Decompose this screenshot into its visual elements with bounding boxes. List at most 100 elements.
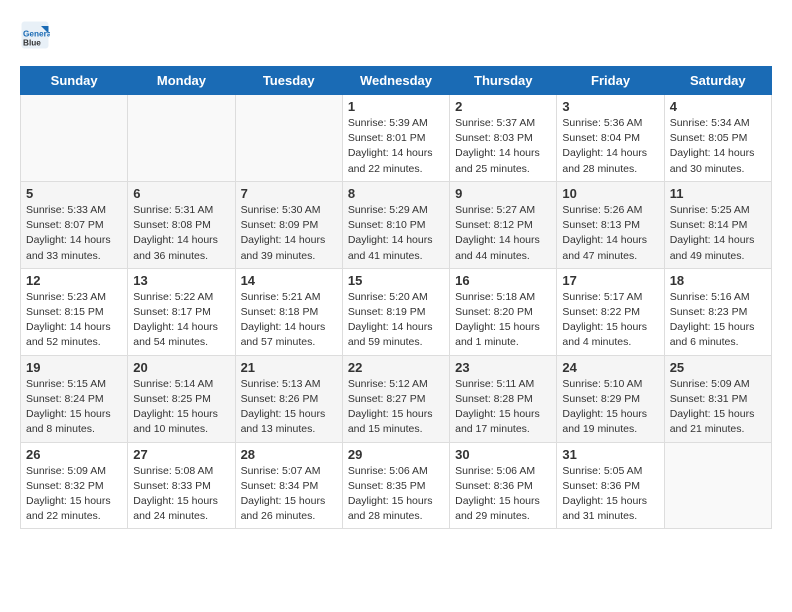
day-number: 18 <box>670 273 766 288</box>
day-info: Sunrise: 5:05 AM Sunset: 8:36 PM Dayligh… <box>562 464 658 525</box>
calendar-cell: 6 Sunrise: 5:31 AM Sunset: 8:08 PM Daylig… <box>128 181 235 268</box>
calendar-cell: 22 Sunrise: 5:12 AM Sunset: 8:27 PM Dayli… <box>342 355 449 442</box>
calendar-cell: 5 Sunrise: 5:33 AM Sunset: 8:07 PM Daylig… <box>21 181 128 268</box>
calendar-cell: 18 Sunrise: 5:16 AM Sunset: 8:23 PM Dayli… <box>664 268 771 355</box>
calendar-cell: 14 Sunrise: 5:21 AM Sunset: 8:18 PM Dayli… <box>235 268 342 355</box>
day-number: 25 <box>670 360 766 375</box>
weekday-header-friday: Friday <box>557 67 664 95</box>
day-number: 14 <box>241 273 337 288</box>
weekday-header-tuesday: Tuesday <box>235 67 342 95</box>
day-number: 7 <box>241 186 337 201</box>
calendar-cell: 28 Sunrise: 5:07 AM Sunset: 8:34 PM Dayli… <box>235 442 342 529</box>
day-number: 21 <box>241 360 337 375</box>
day-info: Sunrise: 5:37 AM Sunset: 8:03 PM Dayligh… <box>455 116 551 177</box>
calendar-week-5: 26 Sunrise: 5:09 AM Sunset: 8:32 PM Dayli… <box>21 442 772 529</box>
day-info: Sunrise: 5:14 AM Sunset: 8:25 PM Dayligh… <box>133 377 229 438</box>
day-number: 11 <box>670 186 766 201</box>
day-number: 30 <box>455 447 551 462</box>
day-info: Sunrise: 5:30 AM Sunset: 8:09 PM Dayligh… <box>241 203 337 264</box>
day-info: Sunrise: 5:25 AM Sunset: 8:14 PM Dayligh… <box>670 203 766 264</box>
calendar-week-3: 12Sunrise: 5:23 AM Sunset: 8:15 PM Dayli… <box>21 268 772 355</box>
day-info: Sunrise: 5:21 AM Sunset: 8:18 PM Dayligh… <box>241 290 337 351</box>
calendar-cell: 15Sunrise: 5:20 AM Sunset: 8:19 PM Dayli… <box>342 268 449 355</box>
calendar-cell: 27Sunrise: 5:08 AM Sunset: 8:33 PM Dayli… <box>128 442 235 529</box>
day-number: 17 <box>562 273 658 288</box>
day-info: Sunrise: 5:36 AM Sunset: 8:04 PM Dayligh… <box>562 116 658 177</box>
calendar-cell: 1 Sunrise: 5:39 AM Sunset: 8:01 PM Daylig… <box>342 95 449 182</box>
calendar-cell: 24 Sunrise: 5:10 AM Sunset: 8:29 PM Dayli… <box>557 355 664 442</box>
day-info: Sunrise: 5:23 AM Sunset: 8:15 PM Dayligh… <box>26 290 122 351</box>
day-info: Sunrise: 5:06 AM Sunset: 8:35 PM Dayligh… <box>348 464 444 525</box>
calendar-cell: 21Sunrise: 5:13 AM Sunset: 8:26 PM Dayli… <box>235 355 342 442</box>
day-number: 4 <box>670 99 766 114</box>
day-info: Sunrise: 5:09 AM Sunset: 8:31 PM Dayligh… <box>670 377 766 438</box>
calendar-cell <box>21 95 128 182</box>
day-number: 22 <box>348 360 444 375</box>
day-number: 24 <box>562 360 658 375</box>
day-number: 6 <box>133 186 229 201</box>
calendar-week-1: 1 Sunrise: 5:39 AM Sunset: 8:01 PM Daylig… <box>21 95 772 182</box>
day-number: 10 <box>562 186 658 201</box>
day-info: Sunrise: 5:16 AM Sunset: 8:23 PM Dayligh… <box>670 290 766 351</box>
calendar-cell: 10Sunrise: 5:26 AM Sunset: 8:13 PM Dayli… <box>557 181 664 268</box>
page-header: General Blue <box>20 20 772 50</box>
day-info: Sunrise: 5:06 AM Sunset: 8:36 PM Dayligh… <box>455 464 551 525</box>
calendar-cell <box>235 95 342 182</box>
calendar-cell: 26 Sunrise: 5:09 AM Sunset: 8:32 PM Dayli… <box>21 442 128 529</box>
day-number: 28 <box>241 447 337 462</box>
calendar-cell: 12Sunrise: 5:23 AM Sunset: 8:15 PM Dayli… <box>21 268 128 355</box>
day-number: 20 <box>133 360 229 375</box>
day-number: 15 <box>348 273 444 288</box>
day-number: 23 <box>455 360 551 375</box>
weekday-header-row: SundayMondayTuesdayWednesdayThursdayFrid… <box>21 67 772 95</box>
calendar-cell: 8Sunrise: 5:29 AM Sunset: 8:10 PM Daylig… <box>342 181 449 268</box>
weekday-header-monday: Monday <box>128 67 235 95</box>
day-info: Sunrise: 5:10 AM Sunset: 8:29 PM Dayligh… <box>562 377 658 438</box>
calendar-cell: 13Sunrise: 5:22 AM Sunset: 8:17 PM Dayli… <box>128 268 235 355</box>
day-info: Sunrise: 5:39 AM Sunset: 8:01 PM Dayligh… <box>348 116 444 177</box>
day-number: 3 <box>562 99 658 114</box>
day-info: Sunrise: 5:17 AM Sunset: 8:22 PM Dayligh… <box>562 290 658 351</box>
day-info: Sunrise: 5:15 AM Sunset: 8:24 PM Dayligh… <box>26 377 122 438</box>
calendar-table: SundayMondayTuesdayWednesdayThursdayFrid… <box>20 66 772 529</box>
calendar-cell: 17 Sunrise: 5:17 AM Sunset: 8:22 PM Dayli… <box>557 268 664 355</box>
calendar-cell: 2 Sunrise: 5:37 AM Sunset: 8:03 PM Daylig… <box>450 95 557 182</box>
calendar-cell: 23 Sunrise: 5:11 AM Sunset: 8:28 PM Dayli… <box>450 355 557 442</box>
logo: General Blue <box>20 20 50 50</box>
calendar-cell: 16Sunrise: 5:18 AM Sunset: 8:20 PM Dayli… <box>450 268 557 355</box>
day-number: 13 <box>133 273 229 288</box>
calendar-week-2: 5 Sunrise: 5:33 AM Sunset: 8:07 PM Daylig… <box>21 181 772 268</box>
day-info: Sunrise: 5:09 AM Sunset: 8:32 PM Dayligh… <box>26 464 122 525</box>
day-number: 9 <box>455 186 551 201</box>
calendar-cell: 25 Sunrise: 5:09 AM Sunset: 8:31 PM Dayli… <box>664 355 771 442</box>
calendar-cell: 3 Sunrise: 5:36 AM Sunset: 8:04 PM Daylig… <box>557 95 664 182</box>
day-info: Sunrise: 5:18 AM Sunset: 8:20 PM Dayligh… <box>455 290 551 351</box>
calendar-cell: 20 Sunrise: 5:14 AM Sunset: 8:25 PM Dayli… <box>128 355 235 442</box>
weekday-header-thursday: Thursday <box>450 67 557 95</box>
day-number: 5 <box>26 186 122 201</box>
day-info: Sunrise: 5:11 AM Sunset: 8:28 PM Dayligh… <box>455 377 551 438</box>
day-info: Sunrise: 5:12 AM Sunset: 8:27 PM Dayligh… <box>348 377 444 438</box>
calendar-cell: 19 Sunrise: 5:15 AM Sunset: 8:24 PM Dayli… <box>21 355 128 442</box>
day-number: 19 <box>26 360 122 375</box>
day-number: 26 <box>26 447 122 462</box>
day-number: 27 <box>133 447 229 462</box>
svg-text:Blue: Blue <box>23 39 41 48</box>
weekday-header-sunday: Sunday <box>21 67 128 95</box>
day-number: 29 <box>348 447 444 462</box>
day-number: 2 <box>455 99 551 114</box>
day-number: 1 <box>348 99 444 114</box>
weekday-header-wednesday: Wednesday <box>342 67 449 95</box>
logo-icon: General Blue <box>20 20 50 50</box>
day-info: Sunrise: 5:29 AM Sunset: 8:10 PM Dayligh… <box>348 203 444 264</box>
calendar-cell: 30 Sunrise: 5:06 AM Sunset: 8:36 PM Dayli… <box>450 442 557 529</box>
day-info: Sunrise: 5:31 AM Sunset: 8:08 PM Dayligh… <box>133 203 229 264</box>
calendar-cell: 4 Sunrise: 5:34 AM Sunset: 8:05 PM Daylig… <box>664 95 771 182</box>
calendar-cell <box>128 95 235 182</box>
day-info: Sunrise: 5:07 AM Sunset: 8:34 PM Dayligh… <box>241 464 337 525</box>
day-info: Sunrise: 5:34 AM Sunset: 8:05 PM Dayligh… <box>670 116 766 177</box>
day-info: Sunrise: 5:33 AM Sunset: 8:07 PM Dayligh… <box>26 203 122 264</box>
calendar-cell: 7 Sunrise: 5:30 AM Sunset: 8:09 PM Daylig… <box>235 181 342 268</box>
weekday-header-saturday: Saturday <box>664 67 771 95</box>
day-number: 31 <box>562 447 658 462</box>
